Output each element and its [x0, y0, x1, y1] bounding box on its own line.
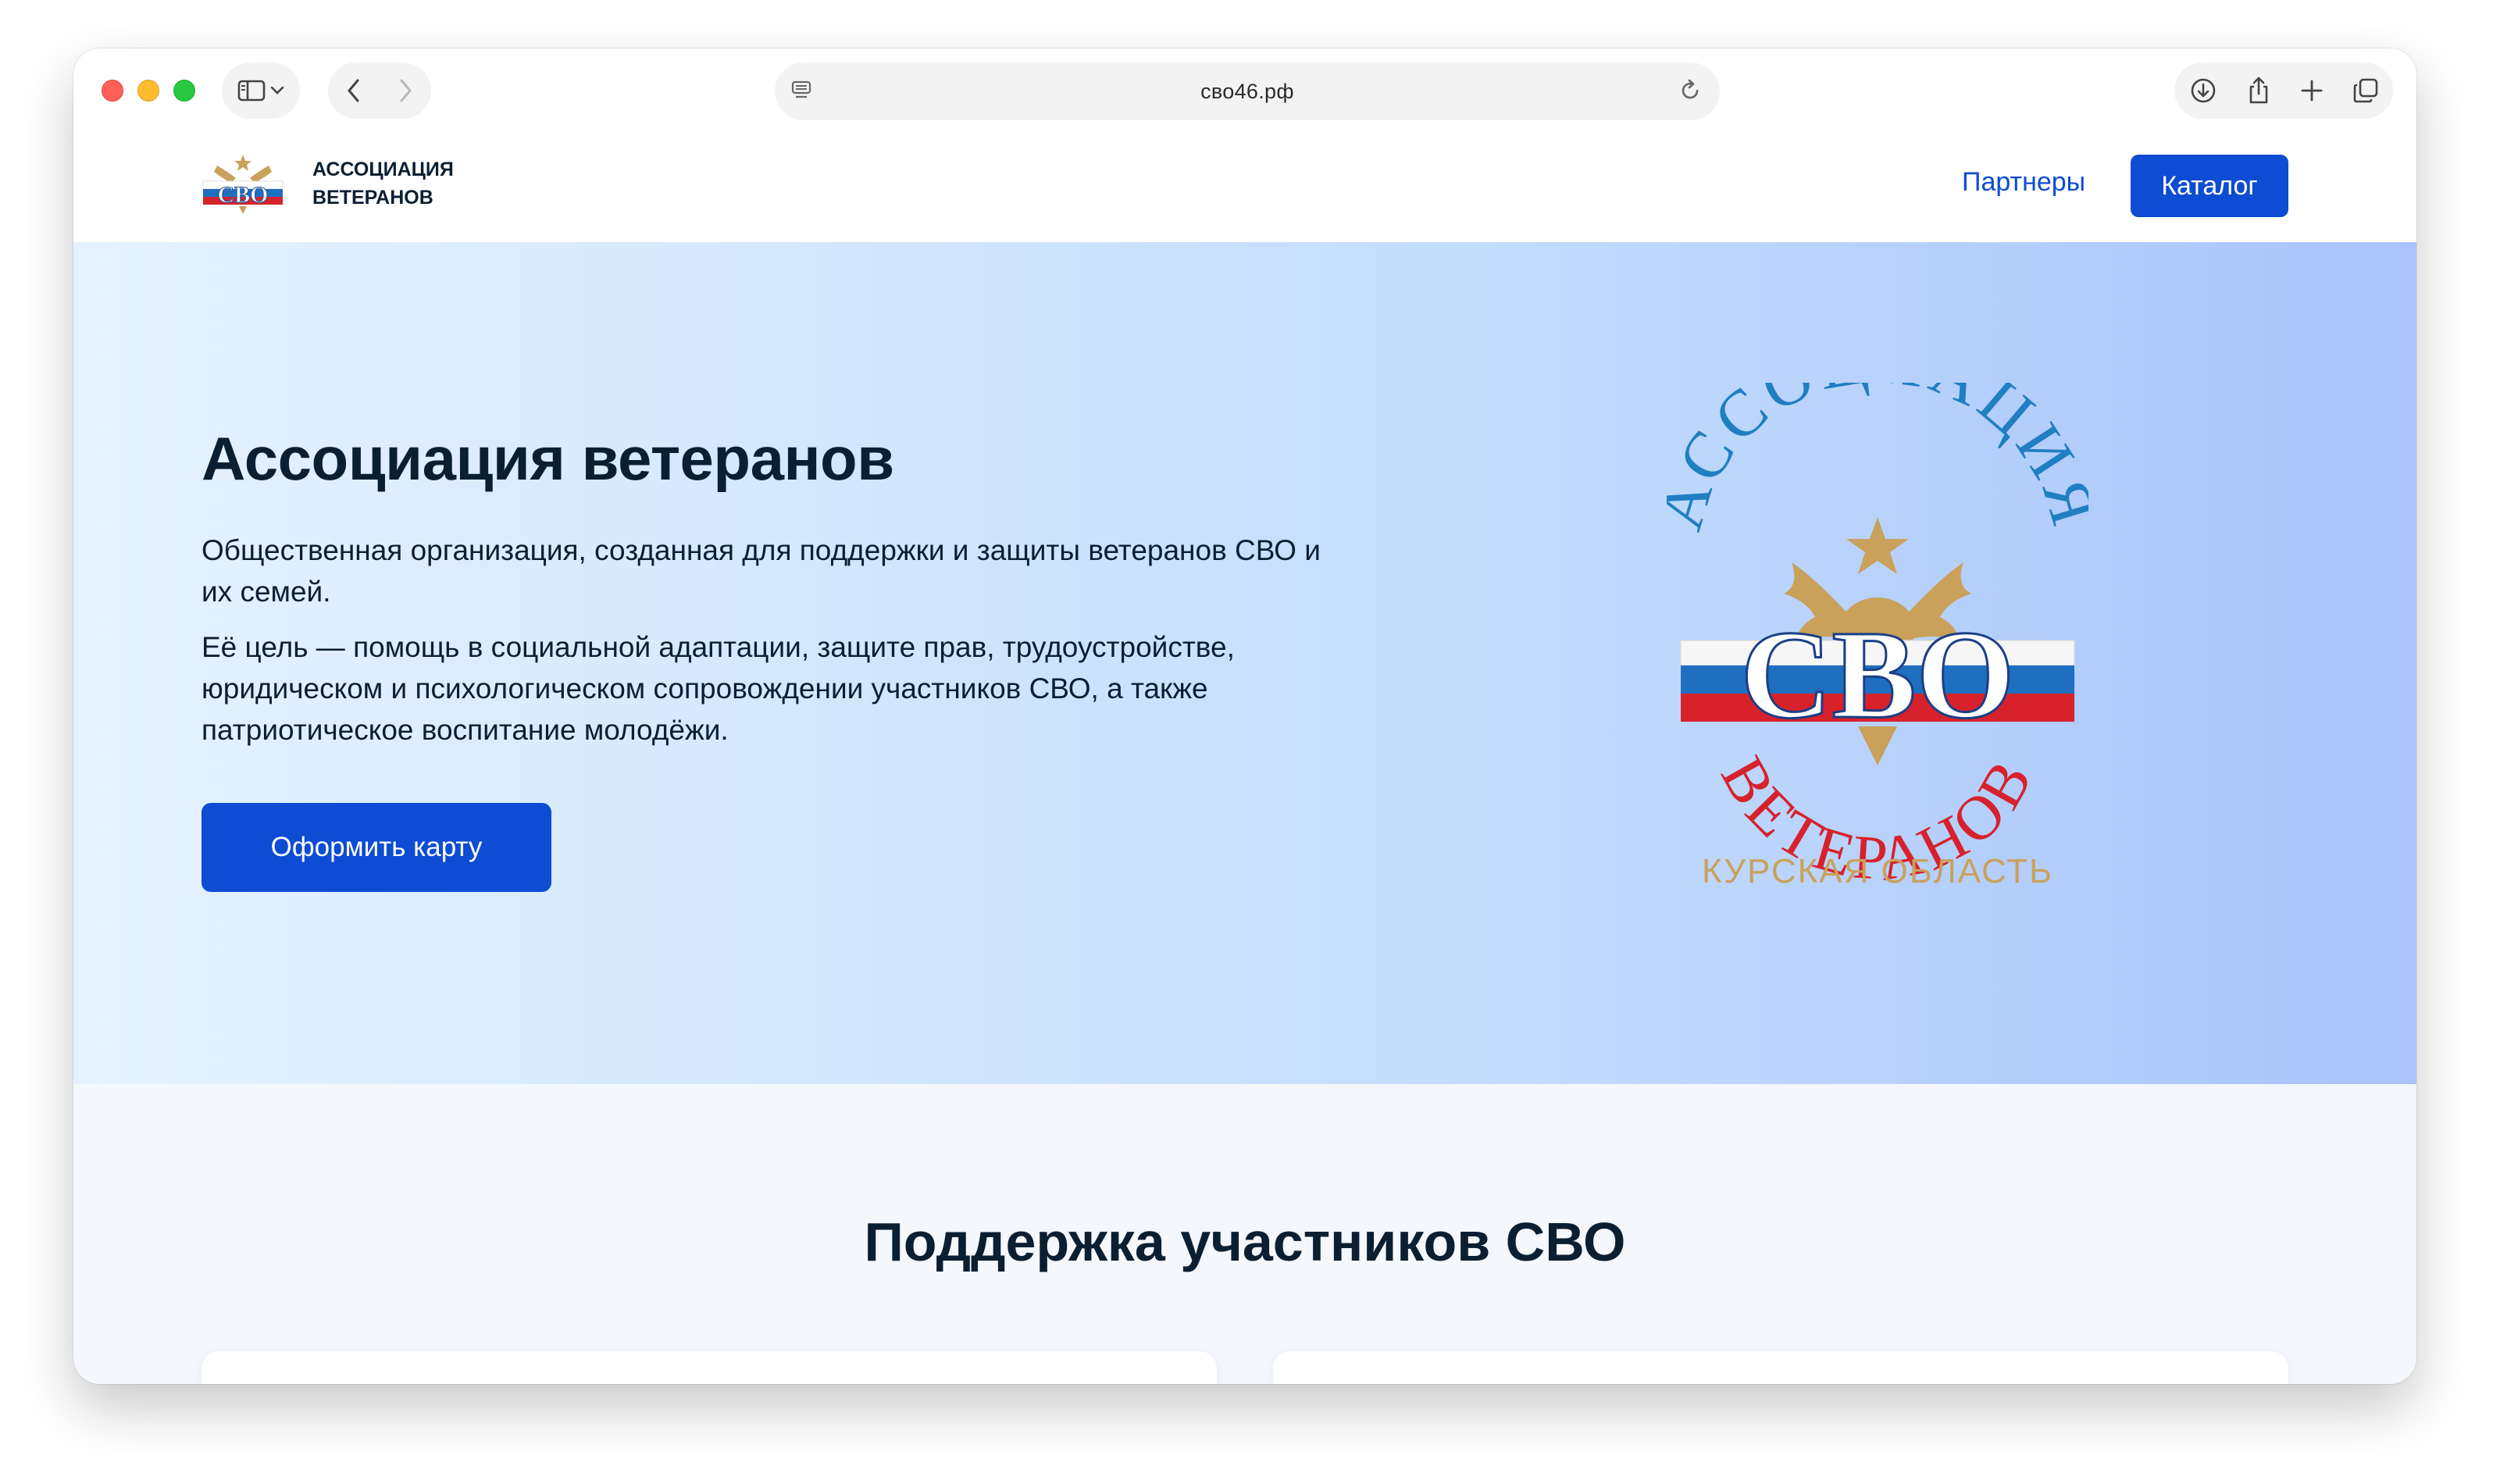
emblem-top-text: АССОЦИАЦИЯ [1667, 383, 2088, 537]
toolbar-actions [2174, 62, 2393, 119]
zoom-window-button[interactable] [173, 80, 195, 102]
back-icon[interactable] [346, 78, 362, 103]
nav-link-partners[interactable]: Партнеры [1962, 167, 2085, 198]
brand-line-1: АССОЦИАЦИЯ [312, 159, 454, 180]
svg-text:СВО: СВО [217, 182, 268, 208]
sidebar-toggle-button[interactable] [222, 62, 300, 119]
section-title: Поддержка участников СВО [864, 1211, 1626, 1272]
new-tab-icon[interactable] [2300, 79, 2324, 102]
emblem-center-text: СВО [1740, 605, 2014, 745]
chevron-down-icon [270, 86, 284, 95]
download-icon[interactable] [2189, 77, 2217, 105]
hero-description-2: Её цель — помощь в социальной адаптации,… [202, 631, 1235, 746]
association-emblem: АССОЦИАЦИЯ СВО ВЕТЕРАНОВ КУРСКАЯ ОБЛАСТЬ [1667, 383, 2088, 894]
star-icon [1846, 517, 1909, 574]
hero-section: Ассоциация ветеранов Общественная органи… [73, 242, 2416, 1084]
emblem-region-text: КУРСКАЯ ОБЛАСТЬ [1702, 852, 2053, 890]
minimize-window-button[interactable] [137, 80, 159, 102]
support-card[interactable] [202, 1351, 1217, 1384]
browser-window: сво46.рф СВО АССОЦИАЦИЯ ВЕТЕРАНОВ Партне… [73, 48, 2416, 1384]
apply-card-button[interactable]: Оформить карту [202, 803, 551, 892]
support-section: Поддержка участников СВО [73, 1084, 2416, 1384]
brand-line-2: ВЕТЕРАНОВ [312, 187, 433, 209]
site-header: СВО АССОЦИАЦИЯ ВЕТЕРАНОВ Партнеры Катало… [73, 133, 2416, 242]
small-emblem-logo: СВО [202, 155, 284, 214]
reload-icon[interactable] [1678, 78, 1703, 103]
brand-name: АССОЦИАЦИЯ ВЕТЕРАНОВ [312, 155, 454, 212]
navigation-buttons [328, 62, 431, 119]
brand-logo-link[interactable]: СВО АССОЦИАЦИЯ ВЕТЕРАНОВ [200, 152, 454, 216]
browser-toolbar: сво46.рф [73, 48, 2416, 133]
share-icon[interactable] [2246, 76, 2271, 105]
close-window-button[interactable] [102, 80, 123, 102]
tabs-overview-icon[interactable] [2352, 77, 2379, 104]
address-bar[interactable]: сво46.рф [775, 62, 1720, 120]
forward-icon[interactable] [398, 78, 413, 103]
eagle-tail [1858, 726, 1897, 765]
hero-title: Ассоциация ветеранов [202, 424, 894, 493]
url-text: сво46.рф [1200, 79, 1294, 103]
page-menu-icon[interactable] [790, 80, 812, 100]
sidebar-icon [237, 79, 266, 102]
hero-description-1: Общественная организация, созданная для … [202, 534, 1321, 608]
catalog-button[interactable]: Каталог [2131, 155, 2288, 217]
support-card[interactable] [1273, 1351, 2288, 1384]
